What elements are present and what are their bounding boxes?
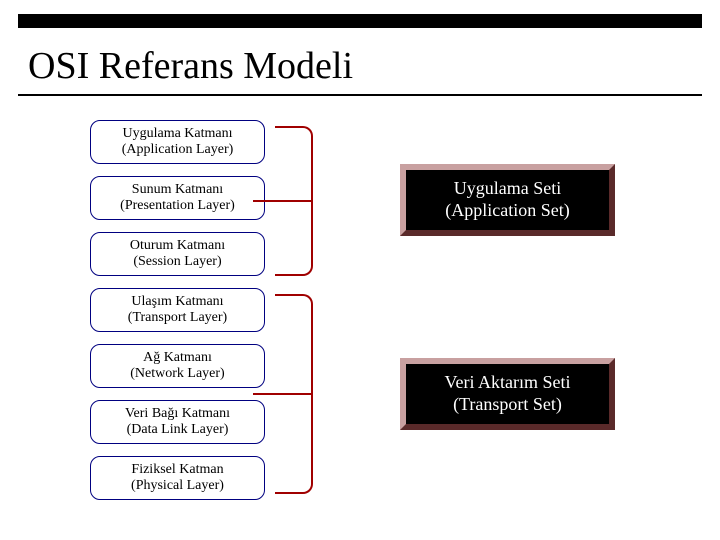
title-underline <box>18 94 702 96</box>
set-label-tr: Veri Aktarım Seti <box>445 372 571 392</box>
layer-label-en: (Transport Layer) <box>128 310 227 326</box>
bracket-application-set <box>275 126 313 276</box>
layer-network: Ağ Katmanı (Network Layer) <box>90 344 265 388</box>
setbox-transport-set: Veri Aktarım Seti (Transport Set) <box>400 358 615 430</box>
layer-label-en: (Session Layer) <box>133 254 221 270</box>
set-label-en: (Application Set) <box>445 200 569 220</box>
layer-label-tr: Ulaşım Katmanı <box>131 294 223 310</box>
layer-label-en: (Data Link Layer) <box>127 422 229 438</box>
set-label-tr: Uygulama Seti <box>454 178 561 198</box>
set-label-en: (Transport Set) <box>453 394 562 414</box>
layer-session: Oturum Katmanı (Session Layer) <box>90 232 265 276</box>
layer-label-en: (Application Layer) <box>122 142 234 158</box>
setbox-label: Uygulama Seti (Application Set) <box>437 178 577 221</box>
layer-label-tr: Oturum Katmanı <box>130 238 225 254</box>
slide-top-bar <box>18 14 702 28</box>
layer-label-en: (Network Layer) <box>130 366 224 382</box>
layer-physical: Fiziksel Katman (Physical Layer) <box>90 456 265 500</box>
setbox-application-set: Uygulama Seti (Application Set) <box>400 164 615 236</box>
layer-label-en: (Physical Layer) <box>131 478 224 494</box>
diagram-stage: Uygulama Katmanı (Application Layer) Sun… <box>0 106 720 532</box>
layer-label-tr: Uygulama Katmanı <box>122 126 232 142</box>
setbox-label: Veri Aktarım Seti (Transport Set) <box>437 372 579 415</box>
layer-label-en: (Presentation Layer) <box>120 198 235 214</box>
layer-datalink: Veri Bağı Katmanı (Data Link Layer) <box>90 400 265 444</box>
layer-label-tr: Ağ Katmanı <box>143 350 212 366</box>
layer-presentation: Sunum Katmanı (Presentation Layer) <box>90 176 265 220</box>
slide-title: OSI Referans Modeli <box>28 44 353 88</box>
layer-application: Uygulama Katmanı (Application Layer) <box>90 120 265 164</box>
layer-label-tr: Sunum Katmanı <box>132 182 223 198</box>
layer-label-tr: Fiziksel Katman <box>131 462 223 478</box>
layer-label-tr: Veri Bağı Katmanı <box>125 406 230 422</box>
layer-transport: Ulaşım Katmanı (Transport Layer) <box>90 288 265 332</box>
bracket-transport-set <box>275 294 313 494</box>
